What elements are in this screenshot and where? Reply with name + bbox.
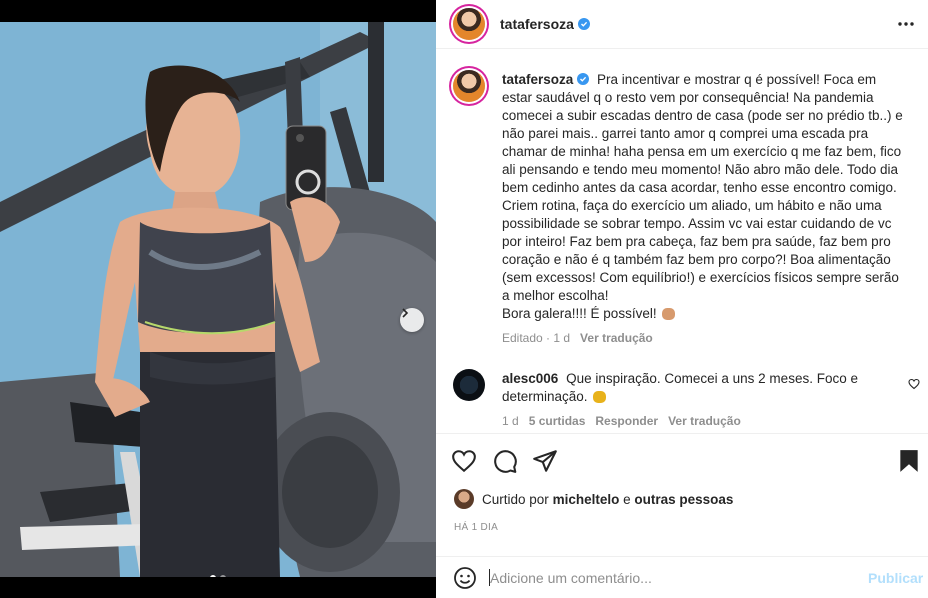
bookmark-icon <box>900 450 918 472</box>
comment-button[interactable] <box>492 448 518 474</box>
heart-icon <box>908 378 920 390</box>
liked-by-prefix: Curtido por <box>482 491 549 507</box>
caption-avatar[interactable] <box>453 70 485 102</box>
username-text[interactable]: tatafersoza <box>500 16 574 32</box>
verified-icon <box>577 73 590 86</box>
carousel-dot-1 <box>210 575 216 577</box>
post-header: tatafersoza <box>436 0 928 49</box>
comment-meta: 1 d 5 curtidas Responder Ver tradução <box>502 414 741 428</box>
post-details-panel: tatafersoza tatafersoza Pra incentivar e… <box>436 0 928 598</box>
share-icon <box>533 450 557 472</box>
caption-username[interactable]: tatafersoza <box>502 72 590 87</box>
comment-reply-button[interactable]: Responder <box>595 414 658 428</box>
post-photo[interactable] <box>0 22 436 577</box>
caption-see-translation[interactable]: Ver tradução <box>580 331 653 345</box>
heart-icon <box>452 450 476 473</box>
liked-by-user[interactable]: micheltelo <box>553 492 620 507</box>
verified-icon <box>577 18 590 31</box>
caption-end: Bora galera!!!! É possível! <box>502 306 657 321</box>
comment-see-translation[interactable]: Ver tradução <box>668 414 741 428</box>
like-button[interactable] <box>451 448 477 474</box>
carousel-dot-2 <box>220 575 226 577</box>
comment-icon <box>494 450 517 473</box>
share-button[interactable] <box>532 448 558 474</box>
liked-by-others[interactable]: outras pessoas <box>634 492 733 507</box>
fist-emoji-icon <box>662 308 676 321</box>
comment: alesc006 Que inspiração. Comecei a uns 2… <box>502 370 872 406</box>
instagram-post-modal: tatafersoza tatafersoza Pra incentivar e… <box>0 0 928 598</box>
comment-avatar[interactable] <box>453 369 485 401</box>
comment-username[interactable]: alesc006 <box>502 371 558 386</box>
comment-input[interactable] <box>490 566 850 590</box>
media-panel <box>0 0 436 598</box>
comment-composer: Publicar <box>436 556 928 598</box>
liked-by-joiner: e <box>623 491 631 507</box>
comment-age: 1 d <box>502 414 519 428</box>
emoji-icon <box>454 567 476 589</box>
comment-like-button[interactable] <box>908 377 920 390</box>
caption-username-text[interactable]: tatafersoza <box>502 72 573 87</box>
carousel-indicator <box>0 575 436 577</box>
carousel-next-button[interactable] <box>400 308 424 332</box>
post-caption: tatafersoza Pra incentivar e mostrar q é… <box>502 71 906 323</box>
caption-edited-age: Editado · 1 d <box>502 331 571 345</box>
chevron-right-icon <box>402 308 409 318</box>
more-icon <box>898 22 914 26</box>
more-options-button[interactable] <box>896 14 916 34</box>
avatar[interactable] <box>453 8 485 40</box>
fist-emoji-icon <box>593 391 607 404</box>
emoji-button[interactable] <box>453 566 477 590</box>
avatar[interactable] <box>454 489 474 509</box>
post-timestamp[interactable]: HÁ 1 DIA <box>454 522 498 533</box>
caption-meta: Editado · 1 d Ver tradução <box>502 331 653 345</box>
caption-text: Pra incentivar e mostrar q é possível! F… <box>502 72 903 303</box>
author-username[interactable]: tatafersoza <box>500 16 590 32</box>
publish-button[interactable]: Publicar <box>868 570 923 586</box>
comment-likes[interactable]: 5 curtidas <box>529 414 586 428</box>
save-button[interactable] <box>896 448 922 474</box>
liked-by: Curtido por micheltelo e outras pessoas <box>454 489 733 509</box>
